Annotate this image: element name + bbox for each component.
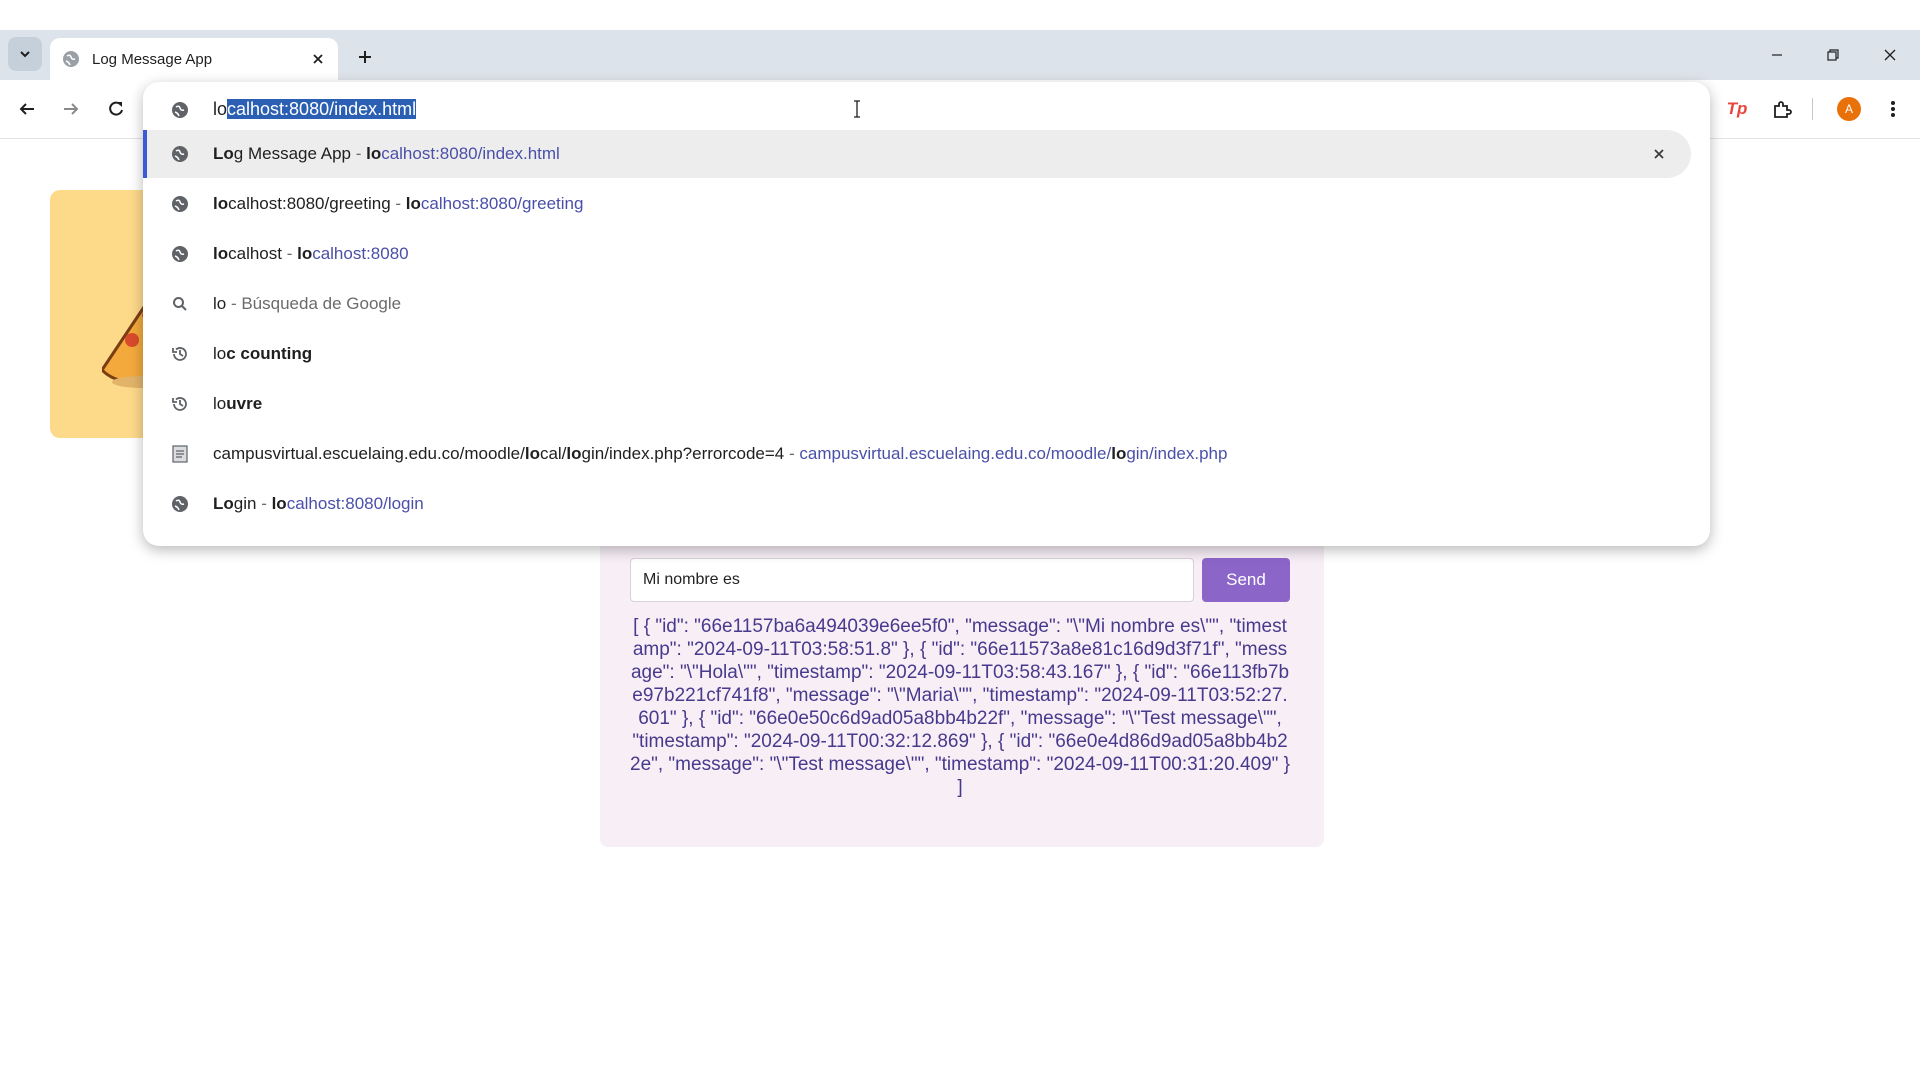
- globe-icon: [171, 245, 189, 263]
- tab-search-button[interactable]: [8, 37, 42, 71]
- menu-button[interactable]: [1876, 92, 1910, 126]
- omnibox-suggestion[interactable]: lo - Búsqueda de Google: [143, 280, 1710, 328]
- suggestion-text: lo - Búsqueda de Google: [213, 294, 402, 313]
- omnibox-suggestion[interactable]: Login - localhost:8080/login: [143, 480, 1710, 528]
- suggestion-description: Búsqueda de Google: [241, 294, 402, 313]
- history-icon: [171, 345, 189, 363]
- plus-icon: [359, 51, 371, 63]
- remove-suggestion-button[interactable]: [1647, 142, 1671, 166]
- suggestion-text: localhost:8080/greeting - localhost:8080…: [213, 194, 584, 213]
- suggestion-url: localhost:8080/login: [271, 494, 424, 513]
- globe-icon: [171, 145, 189, 163]
- omnibox-autocomplete-selection: calhost:8080/index.html: [227, 99, 417, 119]
- extension-tp-button[interactable]: Tp: [1720, 92, 1754, 126]
- search-icon: [171, 295, 189, 313]
- close-icon: [1884, 49, 1896, 61]
- profile-avatar[interactable]: A: [1837, 97, 1861, 121]
- puzzle-icon: [1774, 101, 1792, 118]
- back-button[interactable]: [10, 92, 44, 126]
- toolbar-separator: [1812, 98, 1813, 120]
- tab-title: Log Message App: [92, 50, 213, 68]
- globe-icon: [171, 495, 189, 513]
- minimize-icon: [1772, 54, 1782, 56]
- close-window-button[interactable]: [1868, 40, 1912, 70]
- tab-close-button[interactable]: [308, 49, 328, 69]
- arrow-right-icon: [64, 103, 79, 115]
- suggestion-text: Login - localhost:8080/login: [213, 494, 424, 513]
- restore-icon: [1827, 49, 1839, 61]
- message-input[interactable]: [630, 558, 1194, 602]
- minimize-button[interactable]: [1755, 40, 1799, 70]
- extensions-button[interactable]: [1765, 92, 1799, 126]
- top-margin: [0, 0, 1920, 30]
- omnibox-suggestion[interactable]: localhost - localhost:8080: [143, 230, 1710, 278]
- suggestion-text: loc counting: [213, 344, 313, 363]
- text-cursor-icon: [854, 100, 860, 118]
- suggestion-text: louvre: [213, 394, 263, 413]
- history-icon: [171, 395, 189, 413]
- omnibox-suggestion[interactable]: loc counting: [143, 330, 1710, 378]
- globe-icon: [172, 102, 188, 118]
- tp-extension-icon: Tp: [1726, 99, 1748, 118]
- omnibox-typed-text: lo: [213, 99, 228, 119]
- suggestion-text: campusvirtual.escuelaing.edu.co/moodle/l…: [213, 444, 1228, 463]
- suggestion-text: Log Message App - localhost:8080/index.h…: [213, 144, 560, 163]
- omnibox-text[interactable]: localhost:8080/index.html: [213, 99, 417, 120]
- suggestion-url: localhost:8080: [297, 244, 409, 263]
- forward-button[interactable]: [54, 92, 88, 126]
- suggestion-url: localhost:8080/greeting: [405, 194, 584, 213]
- document-icon: [171, 445, 189, 463]
- reload-icon: [109, 101, 123, 116]
- suggestion-text: localhost - localhost:8080: [213, 244, 409, 263]
- suggestion-url: localhost:8080/index.html: [366, 144, 560, 163]
- close-icon: [1654, 149, 1664, 159]
- chevron-down-icon: [20, 51, 30, 58]
- globe-icon: [63, 51, 79, 67]
- restore-button[interactable]: [1811, 40, 1855, 70]
- suggestion-url: campusvirtual.escuelaing.edu.co/moodle/l…: [799, 444, 1228, 463]
- reload-button[interactable]: [99, 92, 133, 126]
- omnibox-suggestion[interactable]: campusvirtual.escuelaing.edu.co/moodle/l…: [143, 430, 1710, 478]
- omnibox-suggestion[interactable]: localhost:8080/greeting - localhost:8080…: [143, 180, 1710, 228]
- omnibox-suggestion[interactable]: Log Message App - localhost:8080/index.h…: [143, 130, 1691, 178]
- arrow-left-icon: [19, 103, 34, 115]
- send-button[interactable]: Send: [1202, 558, 1290, 602]
- globe-icon: [171, 195, 189, 213]
- new-tab-button[interactable]: [350, 42, 380, 72]
- close-icon: [313, 54, 323, 64]
- omnibox-suggestion[interactable]: louvre: [143, 380, 1710, 428]
- omnibox-dropdown: localhost:8080/index.html Log Message Ap…: [143, 82, 1710, 546]
- kebab-menu-icon: [1891, 101, 1895, 117]
- messages-output: [ { "id": "66e1157ba6a494039e6ee5f0", "m…: [630, 616, 1291, 798]
- browser-tab[interactable]: Log Message App: [50, 38, 338, 80]
